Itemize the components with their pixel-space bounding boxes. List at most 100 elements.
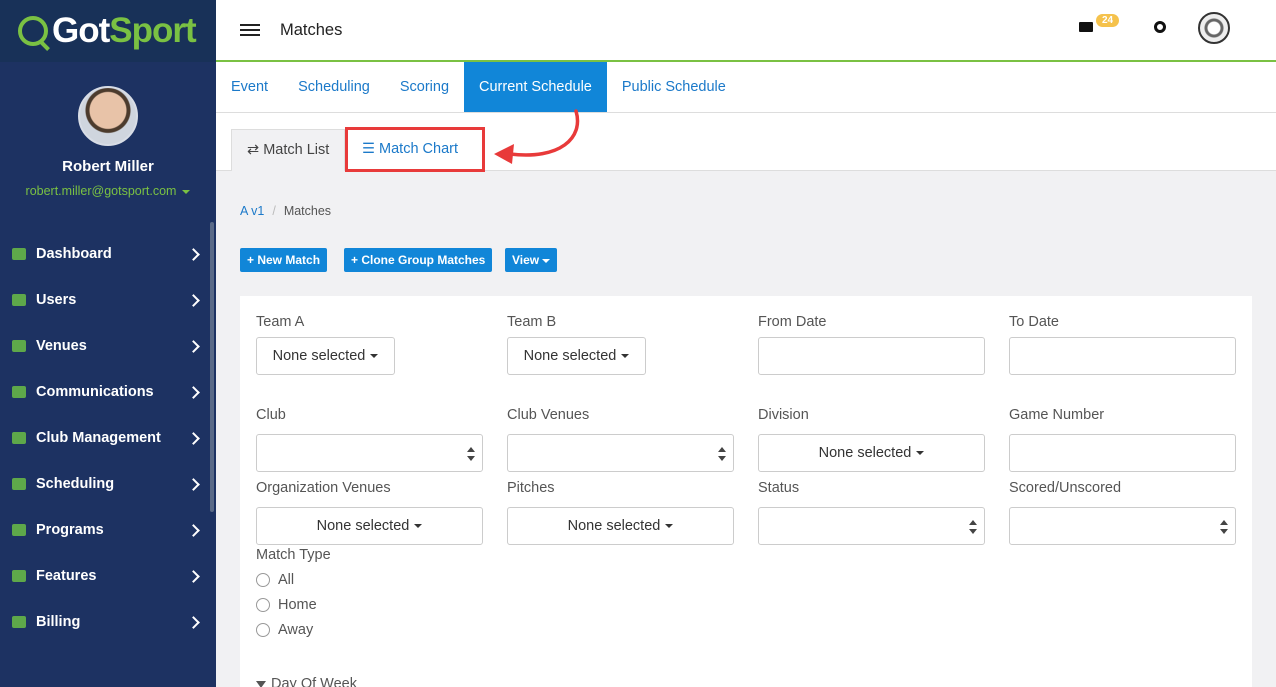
organization-logo[interactable]: [1198, 12, 1230, 44]
event-tabs: Event Scheduling Scoring Current Schedul…: [216, 62, 1276, 113]
sidebar-item-label: Club Management: [36, 430, 161, 446]
avatar[interactable]: [78, 86, 138, 146]
dashboard-icon: [12, 248, 26, 260]
to-date-label: To Date: [1009, 314, 1059, 330]
select-arrows-icon: [467, 447, 475, 461]
sidebar-item-programs[interactable]: Programs: [0, 507, 216, 553]
match-type-label: Match Type: [256, 547, 331, 563]
pitches-label: Pitches: [507, 480, 555, 496]
match-type-home[interactable]: Home: [256, 597, 317, 613]
tab-scoring[interactable]: Scoring: [385, 62, 464, 112]
radio-label: All: [278, 572, 295, 588]
to-date-input[interactable]: [1009, 337, 1236, 375]
team-a-dropdown[interactable]: None selected: [256, 337, 395, 375]
gotsport-logo[interactable]: GotSport: [0, 0, 216, 62]
sidebar-item-dashboard[interactable]: Dashboard: [0, 231, 216, 277]
team-a-label: Team A: [256, 314, 305, 330]
scored-unscored-label: Scored/Unscored: [1009, 480, 1122, 496]
dropdown-value: None selected: [316, 518, 410, 534]
club-venues-select[interactable]: [507, 434, 734, 472]
division-dropdown[interactable]: None selected: [758, 434, 985, 472]
breadcrumb-separator: /: [272, 204, 276, 218]
select-arrows-icon: [1220, 520, 1228, 534]
game-number-input[interactable]: [1009, 434, 1236, 472]
match-chart-highlight-box: [345, 127, 485, 172]
home-icon: [12, 340, 26, 352]
scored-unscored-select[interactable]: [1009, 507, 1236, 545]
breadcrumb: A v1 / Matches: [240, 204, 331, 218]
dropdown-value: None selected: [523, 348, 617, 364]
radio-button[interactable]: [256, 573, 270, 587]
star-icon: [12, 570, 26, 582]
sidebar-item-features[interactable]: Features: [0, 553, 216, 599]
view-dropdown-button[interactable]: View: [505, 248, 558, 272]
tab-public-schedule[interactable]: Public Schedule: [607, 62, 741, 112]
new-match-button[interactable]: + New Match: [240, 248, 328, 272]
gotsport-logo-icon: [18, 16, 48, 46]
chevron-right-icon: [187, 569, 200, 583]
tab-event[interactable]: Event: [216, 62, 283, 112]
radio-label: Home: [278, 597, 317, 613]
day-of-week-label: Day Of Week: [271, 676, 357, 687]
clone-group-matches-button[interactable]: + Clone Group Matches: [344, 248, 493, 272]
dropdown-value: None selected: [818, 445, 912, 461]
users-icon: [12, 294, 26, 306]
calendar-icon: [12, 478, 26, 490]
dropdown-value: None selected: [567, 518, 661, 534]
team-b-dropdown[interactable]: None selected: [507, 337, 646, 375]
document-icon: [12, 524, 26, 536]
tab-current-schedule[interactable]: Current Schedule: [464, 62, 607, 112]
caret-down-icon: [414, 524, 423, 529]
user-email-dropdown[interactable]: robert.miller@gotsport.com: [0, 184, 216, 198]
select-arrows-icon: [969, 520, 977, 534]
caret-down-icon: [542, 258, 551, 263]
caret-down-icon: [621, 354, 630, 359]
chevron-right-icon: [187, 477, 200, 491]
chevron-right-icon: [187, 339, 200, 353]
logo-text-main: Got: [52, 11, 110, 50]
match-type-away[interactable]: Away: [256, 622, 313, 638]
radio-label: Away: [278, 622, 314, 638]
sidebar-item-users[interactable]: Users: [0, 277, 216, 323]
sidebar-item-label: Billing: [36, 614, 81, 630]
breadcrumb-link[interactable]: A v1: [240, 204, 264, 218]
sidebar-item-label: Features: [36, 568, 97, 584]
chat-icon: [12, 386, 26, 398]
club-label: Club: [256, 407, 286, 423]
mail-count-badge: 24: [1096, 14, 1120, 27]
sidebar: GotSport Robert Miller robert.miller@got…: [0, 0, 216, 687]
tab-scheduling[interactable]: Scheduling: [283, 62, 385, 112]
division-label: Division: [758, 407, 809, 423]
sidebar-item-label: Users: [36, 292, 77, 308]
status-label: Status: [758, 480, 800, 496]
mail-icon[interactable]: [1079, 22, 1093, 32]
hamburger-menu-icon[interactable]: [240, 24, 260, 36]
sidebar-item-venues[interactable]: Venues: [0, 323, 216, 369]
logo-text-accent: Sport: [109, 11, 196, 50]
radio-button[interactable]: [256, 598, 270, 612]
chevron-right-icon: [187, 615, 200, 629]
sidebar-item-billing[interactable]: Billing: [0, 599, 216, 645]
match-type-all[interactable]: All: [256, 572, 294, 588]
sidebar-item-scheduling[interactable]: Scheduling: [0, 461, 216, 507]
organization-venues-dropdown[interactable]: None selected: [256, 507, 483, 545]
subtab-label: Match List: [263, 142, 330, 158]
club-select[interactable]: [256, 434, 483, 472]
gear-icon[interactable]: [1154, 21, 1166, 33]
radio-button[interactable]: [256, 623, 270, 637]
chevron-right-icon: [187, 523, 200, 537]
day-of-week-toggle[interactable]: Day Of Week: [256, 676, 357, 687]
user-email: robert.miller@gotsport.com: [25, 184, 177, 198]
dropdown-value: None selected: [272, 348, 366, 364]
sidebar-scrollbar[interactable]: [210, 222, 214, 512]
pitches-dropdown[interactable]: None selected: [507, 507, 734, 545]
sidebar-item-label: Scheduling: [36, 476, 115, 492]
sidebar-nav: Dashboard Users Venues Communications Cl…: [0, 231, 216, 645]
from-date-input[interactable]: [758, 337, 985, 375]
subtab-match-list[interactable]: ⇄ Match List: [231, 129, 346, 171]
sidebar-item-club-management[interactable]: Club Management: [0, 415, 216, 461]
chevron-right-icon: [187, 247, 200, 261]
sidebar-item-communications[interactable]: Communications: [0, 369, 216, 415]
list-icon: [12, 432, 26, 444]
status-select[interactable]: [758, 507, 985, 545]
